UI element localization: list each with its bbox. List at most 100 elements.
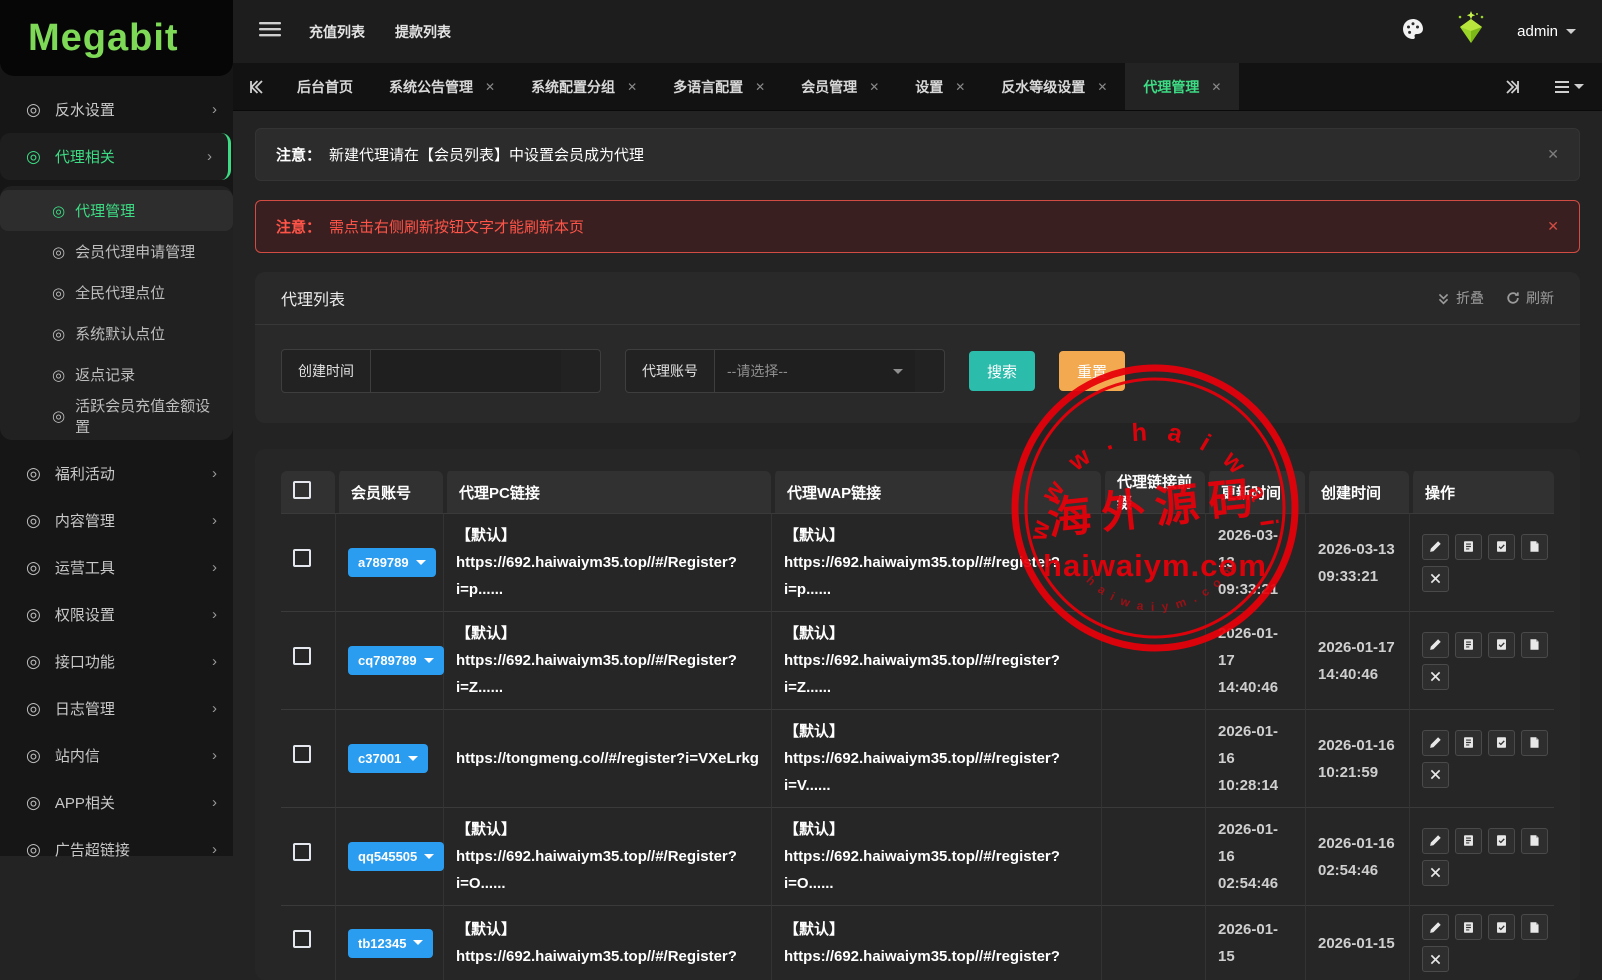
row-checkbox[interactable] <box>293 929 311 948</box>
search-button[interactable]: 搜索 <box>969 351 1036 391</box>
sidebar-item[interactable]: ◎ 站内信 › <box>0 732 233 779</box>
sidebar-item[interactable]: ◎ 运营工具 › <box>0 544 233 591</box>
topbar-nav-item[interactable]: 提款列表 <box>395 22 451 42</box>
delete-button[interactable] <box>1422 565 1449 592</box>
delete-button[interactable] <box>1422 761 1449 788</box>
tab[interactable]: 设置 ✕ <box>897 63 983 110</box>
tab[interactable]: 多语言配置 ✕ <box>655 63 783 110</box>
tabs-options-menu[interactable] <box>1536 63 1602 110</box>
sidebar-item[interactable]: ◎ APP相关 › <box>0 779 233 826</box>
sidebar-subitem[interactable]: ◎ 会员代理申请管理 <box>0 231 233 272</box>
account-button[interactable]: c37001 <box>348 744 429 773</box>
sidebar-item[interactable]: ◎ 福利活动 › <box>0 450 233 497</box>
report-check-button[interactable] <box>1488 914 1515 940</box>
report-check-button[interactable] <box>1488 729 1515 756</box>
chevron-down-icon <box>1574 84 1584 94</box>
pc-link-cell: 【默认】https://692.haiwaiym35.top//#/Regist… <box>443 513 771 611</box>
sidebar-item[interactable]: ◎ 内容管理 › <box>0 497 233 544</box>
row-checkbox[interactable] <box>293 843 311 861</box>
tabs-scroll-left-icon[interactable] <box>233 63 279 110</box>
agent-account-select[interactable]: --请选择-- <box>715 350 915 392</box>
topbar-nav-item[interactable]: 充值列表 <box>309 22 365 42</box>
circle-icon: ◎ <box>52 284 66 302</box>
theme-palette-icon[interactable] <box>1401 17 1425 46</box>
sidebar-item[interactable]: ◎ 接口功能 › <box>0 638 233 685</box>
row-checkbox[interactable] <box>293 647 311 665</box>
sidebar-item[interactable]: ◎ 权限设置 › <box>0 591 233 638</box>
edit-button[interactable] <box>1422 533 1449 560</box>
tab[interactable]: 反水等级设置 ✕ <box>983 63 1125 110</box>
sidebar-item[interactable]: ◎ 日志管理 › <box>0 685 233 732</box>
notice-prefix: 注意： <box>276 147 322 164</box>
created-time-cell: 2026-01-15 <box>1305 905 1409 980</box>
tab[interactable]: 系统配置分组 ✕ <box>513 63 655 110</box>
list-doc-icon <box>1464 835 1473 846</box>
close-icon[interactable]: ✕ <box>1547 218 1559 235</box>
account-button[interactable]: cq789789 <box>348 646 444 675</box>
details-button[interactable] <box>1455 914 1482 940</box>
reset-button[interactable]: 重置 <box>1059 351 1126 391</box>
account-button[interactable]: qq545505 <box>348 842 445 871</box>
delete-button[interactable] <box>1422 859 1449 886</box>
tab-close-icon[interactable]: ✕ <box>1097 80 1107 94</box>
edit-button[interactable] <box>1422 631 1449 658</box>
edit-button[interactable] <box>1422 914 1449 940</box>
tab[interactable]: 后台首页 ✕ <box>279 63 371 110</box>
tabs-scroll-right-icon[interactable] <box>1490 63 1536 110</box>
delete-button[interactable] <box>1422 946 1449 972</box>
avatar-diamond-icon[interactable] <box>1451 11 1491 52</box>
tab-close-icon[interactable]: ✕ <box>627 80 637 94</box>
tab-close-icon[interactable]: ✕ <box>1211 80 1221 94</box>
report-check-button[interactable] <box>1488 827 1515 854</box>
agent-account-filter: 代理账号 --请选择-- <box>625 349 945 393</box>
tab[interactable]: 会员管理 ✕ <box>783 63 897 110</box>
edit-button[interactable] <box>1422 729 1449 756</box>
account-button[interactable]: a789789 <box>348 548 436 577</box>
details-button[interactable] <box>1455 827 1482 854</box>
details-button[interactable] <box>1455 631 1482 658</box>
sidebar-item[interactable]: ◎ 反水设置 › <box>0 86 233 133</box>
tab-close-icon[interactable]: ✕ <box>869 80 879 94</box>
select-all-checkbox[interactable] <box>293 481 311 499</box>
report-check-button[interactable] <box>1488 631 1515 658</box>
tab[interactable]: 代理管理 ✕ <box>1125 63 1240 110</box>
document-button[interactable] <box>1521 914 1548 940</box>
account-button[interactable]: tb12345 <box>348 928 434 958</box>
document-button[interactable] <box>1521 729 1548 756</box>
circle-icon: ◎ <box>26 792 41 812</box>
created-time-input[interactable] <box>371 350 561 392</box>
row-checkbox[interactable] <box>293 745 311 763</box>
details-button[interactable] <box>1455 533 1482 560</box>
logo[interactable]: Megabit <box>0 0 233 76</box>
hamburger-icon[interactable] <box>259 21 281 42</box>
tab-close-icon[interactable]: ✕ <box>755 80 765 94</box>
sidebar-subitem[interactable]: ◎ 返点记录 <box>0 354 233 395</box>
admin-user-menu[interactable]: admin <box>1517 23 1576 40</box>
document-button[interactable] <box>1521 827 1548 854</box>
sidebar-subitem[interactable]: ◎ 活跃会员充值金额设置 <box>0 395 233 436</box>
tab-close-icon[interactable]: ✕ <box>955 80 965 94</box>
details-button[interactable] <box>1455 729 1482 756</box>
sidebar-subitem[interactable]: ◎ 系统默认点位 <box>0 313 233 354</box>
sidebar-subitem[interactable]: ◎ 全民代理点位 <box>0 272 233 313</box>
document-button[interactable] <box>1521 631 1548 658</box>
sidebar-item[interactable]: ◎ 广告超链接 › <box>0 826 233 873</box>
collapse-label: 折叠 <box>1456 290 1484 306</box>
tab-close-icon[interactable]: ✕ <box>485 80 495 94</box>
created-time-filter: 创建时间 <box>281 349 601 393</box>
sidebar-item[interactable]: ◎ 代理相关 › <box>0 133 231 180</box>
refresh-button[interactable]: 刷新 <box>1506 288 1554 308</box>
close-icon[interactable]: ✕ <box>1547 146 1559 163</box>
row-checkbox[interactable] <box>293 549 311 567</box>
sidebar-subitem[interactable]: ◎ 代理管理 <box>0 190 233 231</box>
document-button[interactable] <box>1521 533 1548 560</box>
tab[interactable]: 系统公告管理 ✕ <box>371 63 513 110</box>
doc-icon <box>1530 835 1539 846</box>
report-check-button[interactable] <box>1488 533 1515 560</box>
link-prefix-cell <box>1101 513 1205 611</box>
tabbar: 后台首页 ✕ 系统公告管理 ✕ 系统配置分组 ✕ 多语言配置 ✕ 会员管理 ✕ <box>233 63 1602 111</box>
collapse-button[interactable]: 折叠 <box>1437 288 1484 308</box>
chevron-icon: › <box>212 653 217 670</box>
edit-button[interactable] <box>1422 827 1449 854</box>
delete-button[interactable] <box>1422 663 1449 690</box>
